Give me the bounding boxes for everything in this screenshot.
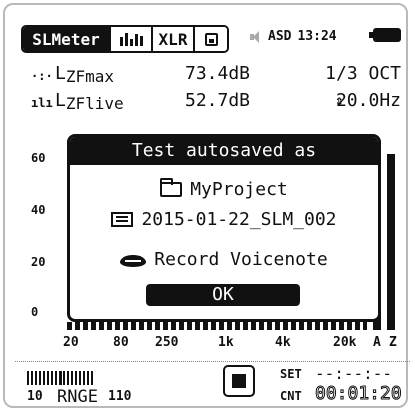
tab-storage[interactable]: [195, 27, 227, 51]
range-label[interactable]: RNGE: [57, 387, 98, 407]
dialog-title: Test autosaved as: [70, 137, 378, 165]
voicenote-label[interactable]: Record Voicenote: [154, 249, 327, 270]
lips-icon: [120, 255, 147, 267]
device-frame: SLMeter XLR ASD 13:24 ·:· LZFmax 73.4dB …: [3, 3, 410, 408]
y-tick-label: 0: [31, 305, 39, 319]
x-axis-labels: 20 80 250 1k 4k 20k A Z: [63, 335, 408, 353]
tab-xlr[interactable]: XLR: [153, 27, 195, 51]
mode-tabs: SLMeter XLR: [21, 25, 229, 53]
memory-card-icon: [204, 32, 218, 46]
x-tick-label: 20: [63, 335, 79, 350]
autosave-dialog: Test autosaved as MyProject 2015-01-22_S…: [67, 134, 381, 322]
x-tick-label: 20k: [333, 335, 357, 350]
x-tick-label: 4k: [275, 335, 291, 350]
file-name: 2015-01-22_SLM_002: [141, 209, 337, 230]
x-tick-label: A: [373, 335, 381, 350]
spectrum-floor-bars: [67, 322, 367, 330]
meter-bar-z: [387, 154, 395, 330]
readout-row-max[interactable]: ·:· LZFmax 73.4dB 1/3 OCT: [27, 63, 407, 89]
x-tick-label: 250: [155, 335, 179, 350]
band-resolution[interactable]: 1/3 OCT: [325, 63, 401, 84]
live-bars-icon: ılı: [31, 96, 53, 110]
readout-value: 73.4dB: [185, 63, 251, 84]
y-tick-label: 20: [31, 255, 46, 269]
folder-icon: [160, 178, 183, 197]
clock: 13:24: [297, 29, 337, 44]
range-scale: [27, 371, 95, 385]
peak-hold-icon: ·:·: [31, 69, 53, 83]
battery-icon: [369, 28, 401, 42]
status-bar: ASD 13:24: [250, 29, 337, 44]
file-line: 2015-01-22_SLM_002: [70, 209, 378, 230]
y-tick-label: 60: [31, 151, 46, 165]
elapsed-counter: 00:01:20: [315, 383, 403, 405]
divider: [15, 361, 410, 362]
readout-label: LZFlive: [55, 90, 124, 113]
range-high: 110: [108, 389, 132, 404]
file-icon: [111, 212, 134, 227]
voicenote-line[interactable]: Record Voicenote: [70, 249, 378, 270]
ok-button[interactable]: OK: [146, 284, 300, 306]
x-tick-label: 1k: [218, 335, 234, 350]
x-tick-label: 80: [113, 335, 129, 350]
cursor-frequency: 20.0Hz: [335, 90, 401, 111]
project-name: MyProject: [190, 179, 288, 200]
device-name: ASD: [268, 29, 292, 44]
spectrum-bars-icon: [119, 32, 143, 46]
tab-spectrum[interactable]: [111, 27, 153, 51]
lcd-screen: SLMeter XLR ASD 13:24 ·:· LZFmax 73.4dB …: [15, 17, 410, 407]
project-line: MyProject: [70, 178, 378, 200]
speaker-icon: [250, 30, 262, 43]
y-tick-label: 40: [31, 203, 46, 217]
cnt-label: CNT: [280, 389, 302, 403]
tab-slmeter[interactable]: SLMeter: [23, 27, 111, 51]
readout-label: LZFmax: [55, 63, 115, 86]
stop-button[interactable]: [223, 365, 255, 397]
readout-row-live[interactable]: ılı LZFlive 52.7dB ⇕ 20.0Hz: [27, 90, 407, 116]
range-low: 10: [27, 389, 43, 404]
set-label: SET: [280, 367, 302, 381]
set-timer[interactable]: --:--:--: [315, 364, 392, 383]
readout-value: 52.7dB: [185, 90, 251, 111]
x-tick-label: Z: [389, 335, 397, 350]
